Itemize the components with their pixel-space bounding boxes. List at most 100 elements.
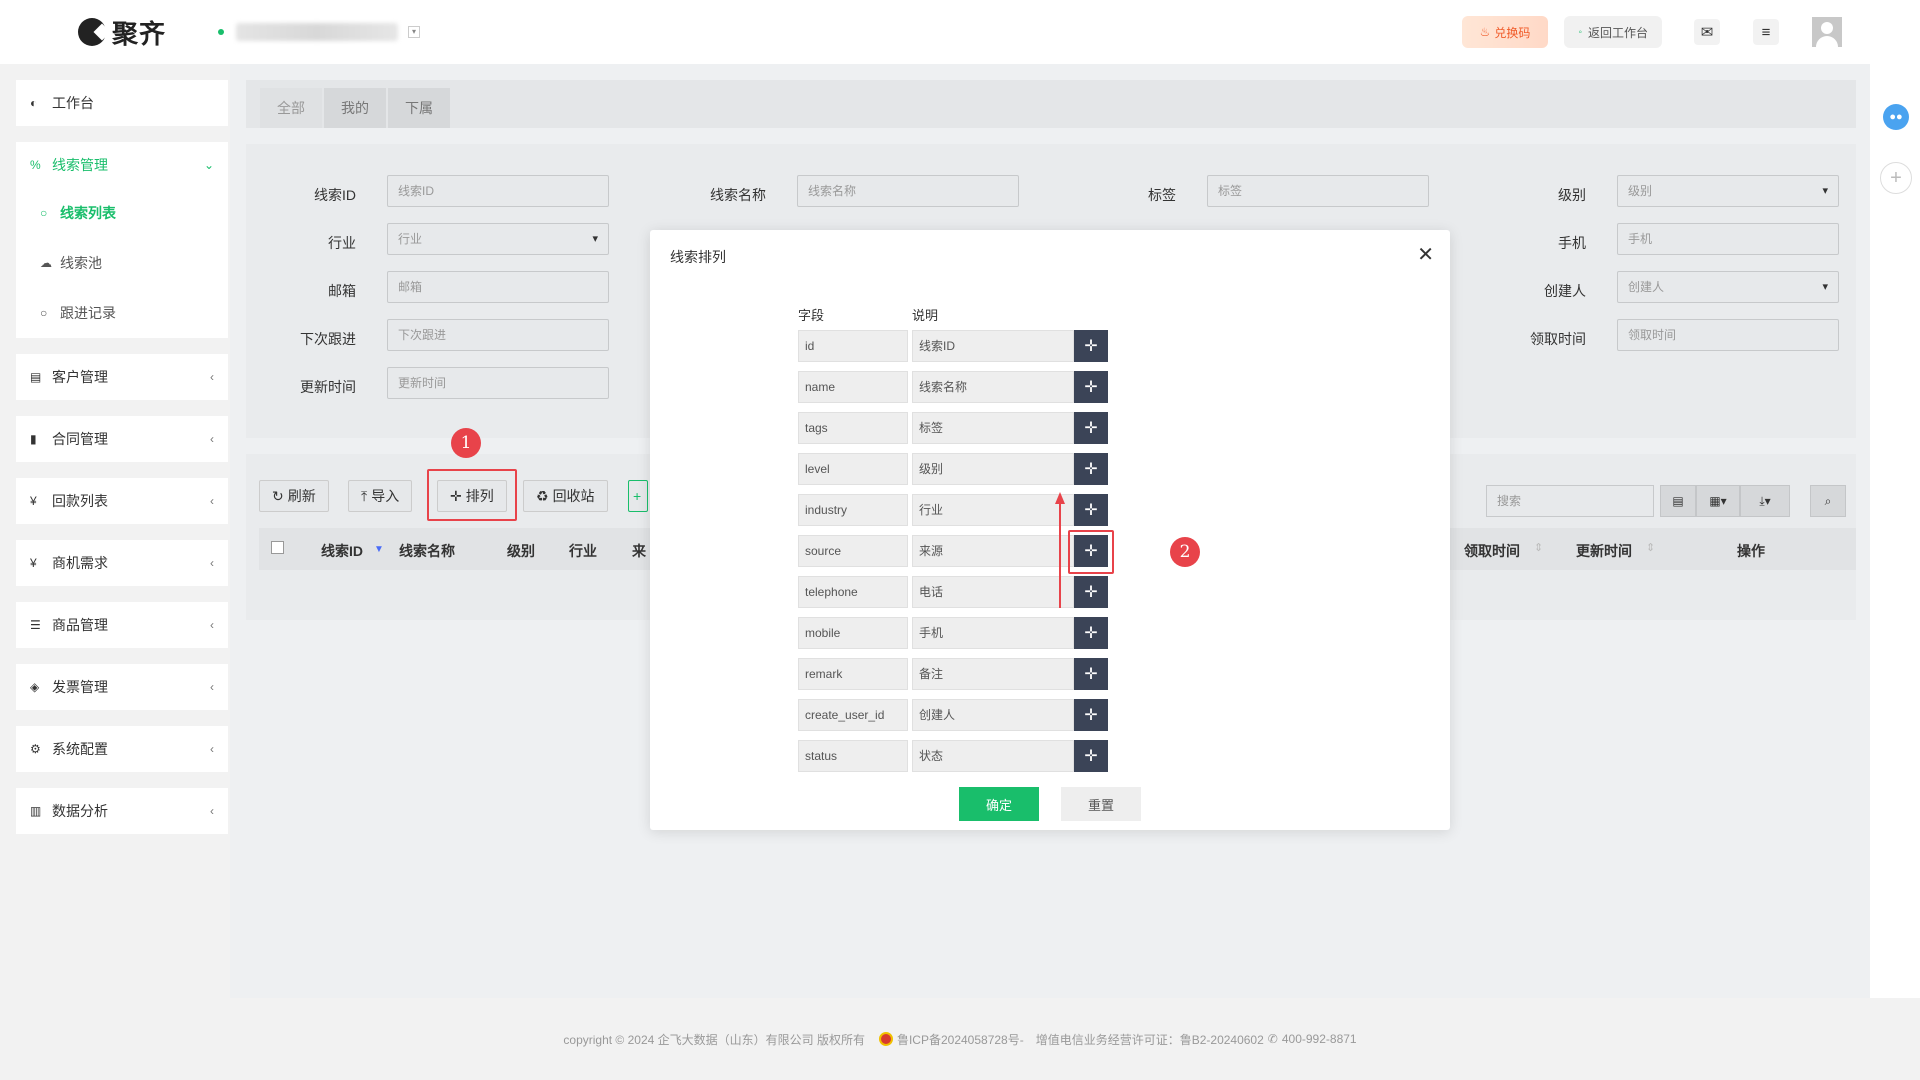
reset-button[interactable]: 重置	[1061, 787, 1141, 821]
refresh-button[interactable]: ↻ 刷新	[259, 480, 329, 512]
right-rail: ●● +	[1870, 64, 1920, 998]
drag-move-icon[interactable]: ✛	[1074, 330, 1108, 362]
avatar[interactable]	[1812, 17, 1842, 47]
next-followup-input[interactable]: 下次跟进	[387, 319, 609, 351]
sidebar-subitem-clue-pool[interactable]: ☁ 线索池	[16, 238, 228, 288]
email-input[interactable]: 邮箱	[387, 271, 609, 303]
header-actions: ♨ 兑换码 ◦ 返回工作台 ✉ ≡	[1461, 0, 1920, 64]
search-input[interactable]: 搜索	[1486, 485, 1654, 517]
th-claim-time[interactable]: 领取时间	[1464, 541, 1520, 561]
creator-select[interactable]: 创建人	[1617, 271, 1839, 303]
th-level[interactable]: 级别	[507, 541, 535, 561]
select-all-checkbox[interactable]	[271, 541, 284, 554]
chat-icon[interactable]: ●●	[1883, 104, 1909, 130]
sidebar-item-analytics[interactable]: ▥ 数据分析 ‹	[16, 788, 228, 834]
th-source-partial[interactable]: 来	[632, 541, 646, 561]
sidebar-item-products[interactable]: ☰ 商品管理 ‹	[16, 602, 228, 648]
level-select[interactable]: 级别	[1617, 175, 1839, 207]
workspace-name-blurred[interactable]	[236, 23, 399, 41]
redeem-code-button[interactable]: ♨ 兑换码	[1461, 16, 1549, 48]
sidebar-item-payments[interactable]: ¥ 回款列表 ‹	[16, 478, 228, 524]
bar-chart-icon: ▥	[30, 804, 42, 818]
updated-time-input[interactable]: 更新时间	[387, 367, 609, 399]
add-icon[interactable]: +	[1880, 162, 1912, 194]
flame-icon: ♨	[1479, 25, 1491, 39]
sidebar-item-opportunities[interactable]: ¥ 商机需求 ‹	[16, 540, 228, 586]
clue-name-input[interactable]: 线索名称	[797, 175, 1019, 207]
sidebar-subitem-label: 跟进记录	[60, 305, 116, 321]
columns-icon[interactable]: ▦▾	[1696, 485, 1740, 517]
back-icon: ◦	[1578, 26, 1582, 38]
field-description: 线索名称	[912, 371, 1074, 403]
dialog-title: 线索排列	[670, 249, 726, 265]
confirm-button[interactable]: 确定	[959, 787, 1039, 821]
step-badge-1: 1	[451, 428, 481, 458]
sidebar-item-customers[interactable]: ▤ 客户管理 ‹	[16, 354, 228, 400]
back-to-workbench-label: 返回工作台	[1587, 25, 1648, 40]
app-logo[interactable]: 聚齐	[78, 14, 166, 51]
drag-move-icon[interactable]: ✛	[1074, 371, 1108, 403]
search-icon[interactable]: ⌕	[1810, 485, 1846, 517]
sidebar-item-clue-management[interactable]: % 线索管理 ⌄	[16, 142, 228, 188]
field-description: 线索ID	[912, 330, 1074, 362]
field-key: create_user_id	[798, 699, 908, 731]
sidebar-item-workbench[interactable]: ◐ 工作台	[16, 80, 228, 126]
sort-down-icon[interactable]: ▼	[374, 544, 384, 555]
drag-move-icon[interactable]: ✛	[1074, 576, 1108, 608]
column-header-description: 说明	[912, 308, 939, 323]
plus-icon: +	[633, 488, 642, 504]
bookmark-icon: ▮	[30, 432, 37, 446]
sidebar-item-contracts[interactable]: ▮ 合同管理 ‹	[16, 416, 228, 462]
field-description: 状态	[912, 740, 1074, 772]
sidebar-item-invoices[interactable]: ◈ 发票管理 ‹	[16, 664, 228, 710]
mobile-input[interactable]: 手机	[1617, 223, 1839, 255]
filter-label-next-followup: 下次跟进	[300, 331, 356, 347]
tab-subordinates[interactable]: 下属	[388, 88, 450, 128]
footer-copyright: copyright © 2024 企飞大数据（山东）有限公司 版权所有	[563, 1032, 865, 1047]
filter-label-industry: 行业	[328, 235, 356, 251]
workspace-dropdown-icon[interactable]: ▾	[408, 26, 421, 38]
tab-all[interactable]: 全部	[260, 88, 322, 128]
drag-move-icon[interactable]: ✛	[1074, 699, 1108, 731]
mail-icon[interactable]: ✉	[1694, 19, 1720, 45]
back-to-workbench-button[interactable]: ◦ 返回工作台	[1564, 16, 1662, 48]
refresh-icon: ↻	[272, 487, 284, 504]
import-label: 导入	[371, 488, 400, 504]
sort-icon[interactable]: ⇕	[1534, 541, 1543, 554]
close-icon[interactable]: ✕	[1417, 242, 1434, 267]
sidebar-item-system-config[interactable]: ⚙ 系统配置 ‹	[16, 726, 228, 772]
claim-time-input[interactable]: 领取时间	[1617, 319, 1839, 351]
tab-mine[interactable]: 我的	[324, 88, 386, 128]
footer-license: 增值电信业务经营许可证：鲁B2-20240602	[1035, 1032, 1264, 1047]
drag-move-icon[interactable]: ✛	[1074, 453, 1108, 485]
th-clue-id[interactable]: 线索ID	[321, 541, 363, 561]
drag-move-icon[interactable]: ✛	[1074, 412, 1108, 444]
clue-id-input[interactable]: 线索ID	[387, 175, 609, 207]
drag-move-icon[interactable]: ✛	[1074, 617, 1108, 649]
add-clue-button[interactable]: +	[628, 480, 648, 512]
recycle-bin-button[interactable]: ♻ 回收站	[523, 480, 608, 512]
drag-move-icon[interactable]: ✛	[1074, 658, 1108, 690]
sidebar-subitem-follow-records[interactable]: ○ 跟进记录	[16, 288, 228, 338]
th-updated-time[interactable]: 更新时间	[1576, 541, 1632, 561]
menu-icon[interactable]: ≡	[1753, 19, 1779, 45]
field-description: 手机	[912, 617, 1074, 649]
industry-select[interactable]: 行业	[387, 223, 609, 255]
column-order-dialog: 线索排列 ✕ 字段 说明 id 线索ID ✛ name 线索名称 ✛ tags 标签 ✛ leve…	[650, 230, 1450, 830]
tags-input[interactable]: 标签	[1207, 175, 1429, 207]
drag-move-icon[interactable]: ✛	[1074, 494, 1108, 526]
field-key: source	[798, 535, 908, 567]
footer-icp[interactable]: 鲁ICP备2024058728号-	[897, 1031, 1024, 1048]
sidebar-item-label: 合同管理	[52, 431, 108, 447]
sort-icon[interactable]: ⇕	[1646, 541, 1655, 554]
chevron-left-icon: ‹	[210, 370, 214, 384]
sidebar-subitem-clue-list[interactable]: ○ 线索列表	[16, 188, 228, 238]
sidebar-subitem-label: 线索池	[60, 255, 102, 271]
th-clue-name[interactable]: 线索名称	[399, 541, 455, 561]
import-button[interactable]: ⤒ 导入	[348, 480, 413, 512]
th-industry[interactable]: 行业	[569, 541, 597, 561]
list-view-icon[interactable]: ▤	[1660, 485, 1696, 517]
yen-icon: ¥	[30, 556, 37, 570]
drag-move-icon[interactable]: ✛	[1074, 740, 1108, 772]
export-icon[interactable]: ⤓▾	[1740, 485, 1790, 517]
